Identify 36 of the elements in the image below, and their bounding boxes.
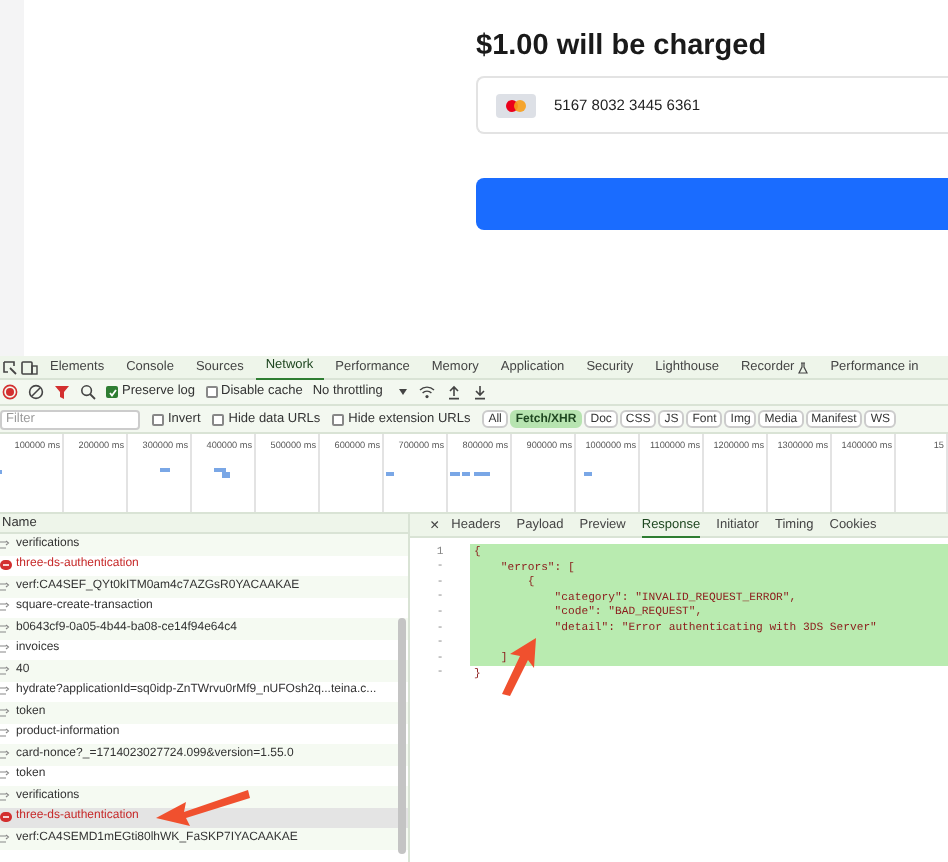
search-icon[interactable] [80, 384, 96, 400]
checkbox[interactable] [205, 386, 217, 398]
checkbox[interactable] [212, 413, 225, 425]
wifi-settings-icon[interactable] [418, 384, 437, 400]
fetch-icon [0, 602, 12, 613]
fetch-icon [0, 644, 12, 655]
filter-icon[interactable] [54, 384, 70, 400]
fetch-icon [0, 770, 12, 781]
device-icon[interactable] [20, 359, 38, 375]
inspect-icon[interactable] [2, 359, 18, 375]
card-icon [496, 93, 536, 117]
flask-icon[interactable] [798, 361, 809, 373]
fetch-icon [0, 749, 12, 760]
fetch-icon [0, 539, 12, 550]
record-icon[interactable] [2, 384, 18, 400]
fetch-icon [0, 686, 12, 697]
download-icon[interactable] [472, 384, 489, 400]
scrollbar[interactable] [398, 618, 406, 854]
fetch-icon [0, 728, 12, 739]
upload-icon[interactable] [446, 384, 463, 400]
error-icon [0, 812, 12, 823]
close-button[interactable]: × [430, 513, 440, 537]
error-icon [0, 560, 12, 571]
heading: $1.00 will be charged [476, 28, 769, 64]
fetch-icon [0, 623, 12, 634]
checkbox[interactable] [332, 413, 345, 425]
checkbox[interactable] [152, 413, 164, 425]
fetch-icon [0, 833, 12, 844]
fetch-icon [0, 665, 12, 676]
fetch-icon [0, 791, 12, 802]
annotation-arrow [496, 636, 540, 696]
fetch-icon [0, 581, 12, 592]
caret-icon[interactable] [398, 388, 409, 396]
fetch-icon [0, 707, 12, 718]
annotation-arrow [156, 784, 252, 828]
clear-icon[interactable] [28, 384, 44, 400]
